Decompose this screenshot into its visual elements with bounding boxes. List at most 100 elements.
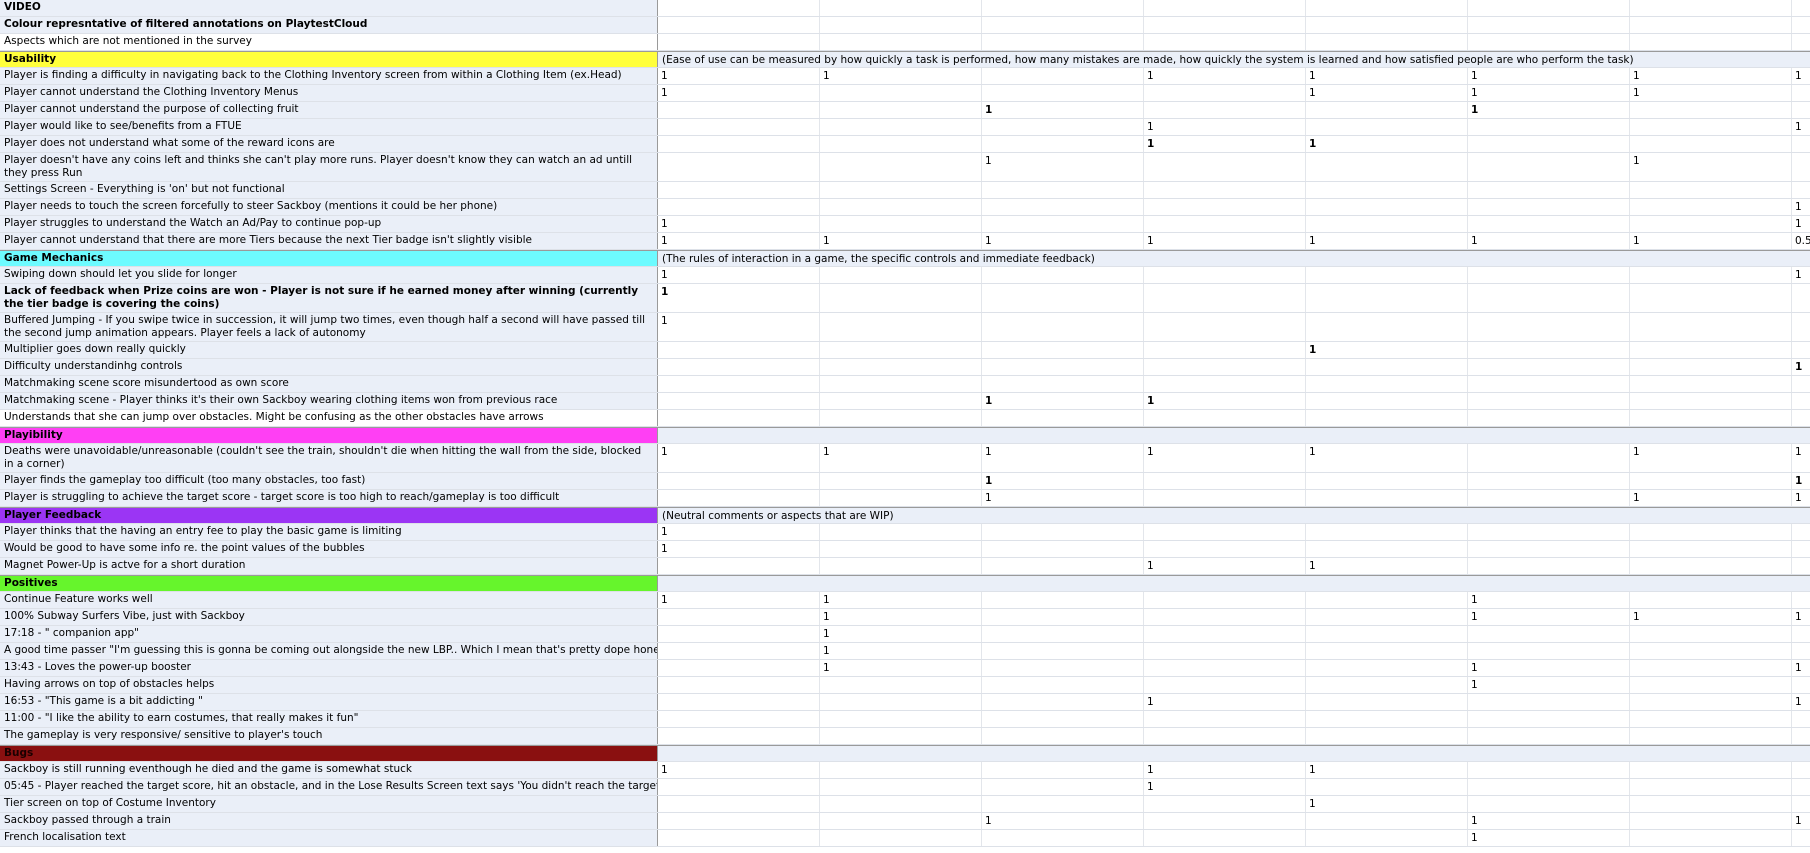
data-cell[interactable] — [982, 762, 1144, 778]
data-cell[interactable] — [1306, 376, 1468, 392]
data-cell[interactable] — [1306, 524, 1468, 540]
row-label[interactable]: Player needs to touch the screen forcefu… — [0, 199, 658, 215]
data-cell[interactable]: 1 — [1792, 216, 1810, 232]
data-cell[interactable] — [982, 779, 1144, 795]
data-cell[interactable] — [1468, 199, 1630, 215]
data-cell[interactable] — [820, 694, 982, 710]
data-cell[interactable] — [982, 410, 1144, 426]
data-cell[interactable]: 1 — [658, 592, 820, 608]
data-cell[interactable] — [1468, 342, 1630, 358]
data-cell[interactable]: 1 — [1306, 558, 1468, 574]
data-cell[interactable] — [658, 34, 820, 50]
data-cell[interactable] — [1792, 410, 1810, 426]
data-cell[interactable] — [1792, 626, 1810, 642]
data-cell[interactable] — [1468, 182, 1630, 198]
data-cell[interactable] — [1306, 728, 1468, 744]
data-cell[interactable] — [1306, 393, 1468, 409]
data-cell[interactable] — [1630, 119, 1792, 135]
row-label[interactable]: Lack of feedback when Prize coins are wo… — [0, 284, 658, 312]
data-cell[interactable] — [658, 830, 820, 846]
data-cell[interactable] — [658, 490, 820, 506]
data-cell[interactable] — [1792, 677, 1810, 693]
data-cell[interactable] — [1306, 490, 1468, 506]
data-cell[interactable]: 1 — [1468, 660, 1630, 676]
data-cell[interactable] — [1144, 0, 1306, 16]
data-cell[interactable]: 1 — [1792, 609, 1810, 625]
data-cell[interactable]: 1 — [1468, 609, 1630, 625]
data-cell[interactable] — [1306, 313, 1468, 341]
section-note[interactable]: (Neutral comments or aspects that are WI… — [658, 508, 1810, 523]
data-cell[interactable] — [982, 17, 1144, 33]
data-cell[interactable] — [1306, 410, 1468, 426]
header-label[interactable]: Colour represntative of filtered annotat… — [0, 17, 658, 33]
data-cell[interactable] — [1306, 119, 1468, 135]
data-cell[interactable] — [1144, 711, 1306, 727]
data-cell[interactable] — [1630, 762, 1792, 778]
data-cell[interactable] — [1144, 102, 1306, 118]
data-cell[interactable] — [1144, 199, 1306, 215]
data-cell[interactable] — [1144, 216, 1306, 232]
data-cell[interactable] — [820, 558, 982, 574]
data-cell[interactable] — [658, 558, 820, 574]
data-cell[interactable] — [1144, 677, 1306, 693]
data-cell[interactable]: 1 — [820, 68, 982, 84]
data-cell[interactable] — [658, 0, 820, 16]
section-note[interactable]: (The rules of interaction in a game, the… — [658, 251, 1810, 266]
row-label[interactable]: Understands that she can jump over obsta… — [0, 410, 658, 426]
data-cell[interactable] — [1144, 410, 1306, 426]
data-cell[interactable] — [982, 626, 1144, 642]
data-cell[interactable] — [1630, 711, 1792, 727]
data-cell[interactable] — [1630, 694, 1792, 710]
row-label[interactable]: Player cannot understand the Clothing In… — [0, 85, 658, 101]
data-cell[interactable] — [1792, 34, 1810, 50]
data-cell[interactable]: 1 — [658, 267, 820, 283]
data-cell[interactable] — [1144, 17, 1306, 33]
data-cell[interactable] — [1468, 359, 1630, 375]
data-cell[interactable] — [982, 711, 1144, 727]
data-cell[interactable] — [1306, 284, 1468, 312]
data-cell[interactable] — [1306, 153, 1468, 181]
data-cell[interactable]: 1 — [1792, 694, 1810, 710]
data-cell[interactable] — [820, 136, 982, 152]
row-label[interactable]: Multiplier goes down really quickly — [0, 342, 658, 358]
data-cell[interactable] — [1144, 313, 1306, 341]
row-label[interactable]: Player finds the gameplay too difficult … — [0, 473, 658, 489]
data-cell[interactable] — [1144, 626, 1306, 642]
data-cell[interactable] — [1306, 34, 1468, 50]
data-cell[interactable] — [1468, 136, 1630, 152]
data-cell[interactable] — [658, 473, 820, 489]
data-cell[interactable] — [1792, 153, 1810, 181]
data-cell[interactable] — [1792, 85, 1810, 101]
data-cell[interactable] — [1792, 342, 1810, 358]
data-cell[interactable]: 1 — [1144, 119, 1306, 135]
data-cell[interactable] — [1306, 609, 1468, 625]
data-cell[interactable] — [982, 136, 1144, 152]
data-cell[interactable] — [1630, 0, 1792, 16]
row-label[interactable]: Player cannot understand that there are … — [0, 233, 658, 249]
data-cell[interactable] — [1144, 182, 1306, 198]
data-cell[interactable] — [658, 728, 820, 744]
data-cell[interactable] — [1468, 0, 1630, 16]
data-cell[interactable] — [1144, 660, 1306, 676]
data-cell[interactable] — [1468, 216, 1630, 232]
data-cell[interactable] — [658, 182, 820, 198]
data-cell[interactable] — [1792, 643, 1810, 659]
data-cell[interactable] — [1630, 102, 1792, 118]
data-cell[interactable] — [1306, 626, 1468, 642]
row-label[interactable]: Magnet Power-Up is actve for a short dur… — [0, 558, 658, 574]
data-cell[interactable] — [1306, 359, 1468, 375]
data-cell[interactable]: 1 — [1630, 85, 1792, 101]
section-title[interactable]: Bugs — [0, 746, 658, 761]
data-cell[interactable]: 1 — [658, 444, 820, 472]
data-cell[interactable] — [1630, 728, 1792, 744]
row-label[interactable]: Player struggles to understand the Watch… — [0, 216, 658, 232]
row-label[interactable]: Matchmaking scene - Player thinks it's t… — [0, 393, 658, 409]
data-cell[interactable]: 1 — [658, 233, 820, 249]
data-cell[interactable] — [1468, 153, 1630, 181]
data-cell[interactable] — [658, 102, 820, 118]
data-cell[interactable] — [1144, 728, 1306, 744]
data-cell[interactable] — [820, 490, 982, 506]
data-cell[interactable]: 1 — [1144, 136, 1306, 152]
data-cell[interactable] — [1306, 830, 1468, 846]
data-cell[interactable]: 1 — [820, 609, 982, 625]
